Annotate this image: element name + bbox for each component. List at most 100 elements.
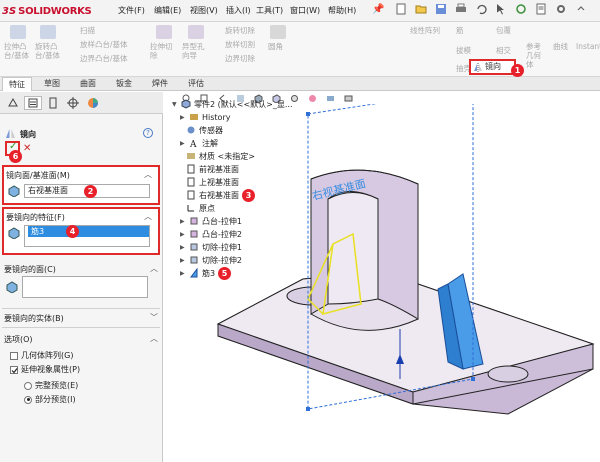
extrude-boss-icon[interactable] bbox=[10, 25, 26, 39]
ribbon-intersect[interactable]: 相交 bbox=[496, 46, 511, 55]
print-icon[interactable] bbox=[455, 3, 467, 15]
revolve-boss-icon[interactable] bbox=[40, 25, 56, 39]
pin-icon[interactable]: 📌 bbox=[372, 4, 384, 15]
expand-arrow-icon[interactable]: ▶ bbox=[180, 257, 186, 264]
open-folder-icon[interactable] bbox=[415, 3, 427, 15]
ribbon-revolve-cut[interactable]: 旋转切除 bbox=[225, 26, 255, 35]
ribbon-rib[interactable]: 筋 bbox=[456, 26, 464, 35]
partial-preview-option[interactable]: 部分预览(I) bbox=[24, 394, 76, 405]
tab-features[interactable]: 特征 bbox=[2, 77, 32, 91]
partial-preview-radio[interactable] bbox=[24, 395, 32, 404]
scene-icon[interactable] bbox=[326, 94, 335, 103]
menu-help[interactable]: 帮助(H) bbox=[328, 5, 356, 16]
tree-item-right-plane[interactable]: 右视基准面 3 bbox=[186, 188, 255, 202]
full-preview-option[interactable]: 完整预览(E) bbox=[24, 380, 78, 391]
ribbon-draft[interactable]: 拔模 bbox=[456, 46, 471, 55]
undo-icon[interactable] bbox=[475, 3, 487, 15]
ribbon-loft-boss[interactable]: 放样凸台/基体 bbox=[80, 40, 128, 49]
expand-arrow-icon[interactable]: ▶ bbox=[180, 231, 186, 238]
cancel-button[interactable]: ✕ bbox=[23, 143, 31, 154]
tab-sketch[interactable]: 草图 bbox=[38, 77, 66, 91]
tree-item-top-plane[interactable]: 上视基准面 bbox=[186, 176, 239, 188]
tree-item-boss-extrude2[interactable]: ▶ 凸台-拉伸2 bbox=[180, 228, 242, 240]
collapse-chevron-icon[interactable]: ︿ bbox=[144, 169, 152, 180]
select-cursor-icon[interactable] bbox=[495, 3, 507, 15]
rebuild-icon[interactable] bbox=[515, 3, 527, 15]
save-icon[interactable] bbox=[435, 3, 447, 15]
ribbon-revolve-boss[interactable]: 旋转凸台/基体 bbox=[35, 42, 63, 60]
tree-root-part[interactable]: ▼ 零件2 (默认<<默认>_显... bbox=[172, 98, 293, 110]
menu-file[interactable]: 文件(F) bbox=[118, 5, 145, 16]
ribbon-sweep[interactable]: 扫描 bbox=[80, 26, 95, 35]
propagate-visual-option[interactable]: 延伸视象属性(P) bbox=[10, 364, 80, 375]
property-manager-tab[interactable] bbox=[24, 96, 42, 110]
fillet-icon[interactable] bbox=[270, 25, 286, 39]
tree-item-cut-extrude2[interactable]: ▶ 切除-拉伸2 bbox=[180, 254, 242, 266]
menu-window[interactable]: 窗口(W) bbox=[290, 5, 320, 16]
geometry-pattern-checkbox[interactable] bbox=[10, 351, 18, 360]
ribbon-boundary-boss[interactable]: 边界凸台/基体 bbox=[80, 54, 128, 63]
collapse-chevron-icon[interactable]: ︿ bbox=[144, 211, 152, 222]
file-properties-icon[interactable] bbox=[535, 3, 547, 15]
collapse-chevron-icon[interactable]: ︿ bbox=[150, 333, 158, 344]
selected-feature-item[interactable]: 筋3 bbox=[28, 226, 149, 237]
expand-arrow-icon[interactable]: ▶ bbox=[180, 140, 186, 147]
tree-item-label: 切除-拉伸1 bbox=[202, 242, 242, 252]
tree-item-cut-extrude1[interactable]: ▶ 切除-拉伸1 bbox=[180, 241, 242, 253]
ribbon-curves[interactable]: 曲线 bbox=[553, 42, 568, 51]
ribbon-loft-cut[interactable]: 放样切割 bbox=[225, 40, 255, 49]
display-manager-tab[interactable] bbox=[84, 96, 102, 110]
expand-arrow-icon[interactable]: ▶ bbox=[180, 270, 186, 277]
tree-item-origin[interactable]: 原点 bbox=[186, 202, 215, 214]
tree-item-front-plane[interactable]: 前视基准面 bbox=[186, 163, 239, 175]
expand-arrow-icon[interactable]: ▶ bbox=[180, 114, 186, 121]
tab-sheet-metal[interactable]: 钣金 bbox=[110, 77, 138, 91]
dimxpert-tab[interactable] bbox=[64, 96, 82, 110]
tree-item-rib3[interactable]: ▶ 筋3 5 bbox=[180, 266, 232, 280]
view-settings-icon[interactable] bbox=[344, 94, 353, 103]
feature-manager-tab[interactable] bbox=[4, 96, 22, 110]
tree-item-annotations[interactable]: ▶ A 注解 bbox=[180, 137, 218, 149]
menu-view[interactable]: 视图(V) bbox=[190, 5, 218, 16]
menu-insert[interactable]: 插入(I) bbox=[226, 5, 251, 16]
hole-wizard-icon[interactable] bbox=[188, 25, 204, 39]
collapse-arrow-icon[interactable]: ▼ bbox=[172, 101, 178, 108]
tree-item-sensors[interactable]: 传感器 bbox=[186, 124, 223, 136]
features-to-mirror-list[interactable]: 筋3 bbox=[24, 225, 150, 247]
tree-item-material[interactable]: 材质 <未指定> bbox=[186, 150, 255, 162]
expand-chevron-icon[interactable]: ﹀ bbox=[150, 312, 158, 323]
ribbon-fillet[interactable]: 圆角 bbox=[268, 42, 283, 51]
step-badge-3: 3 bbox=[242, 188, 255, 202]
configuration-manager-tab[interactable] bbox=[44, 96, 62, 110]
ribbon-extrude-cut[interactable]: 拉伸切除 bbox=[150, 42, 178, 60]
ribbon-mirror-button[interactable]: 镜向 bbox=[469, 59, 516, 75]
tab-evaluate[interactable]: 评估 bbox=[182, 77, 210, 91]
menu-tools[interactable]: 工具(T) bbox=[256, 5, 283, 16]
options-gear-icon[interactable] bbox=[555, 3, 567, 15]
ribbon-instant3d[interactable]: Instant3D bbox=[576, 42, 600, 51]
full-preview-radio[interactable] bbox=[24, 381, 32, 390]
help-icon[interactable]: ? bbox=[143, 128, 153, 138]
geometry-pattern-option[interactable]: 几何体阵列(G) bbox=[10, 350, 73, 361]
tab-weldments[interactable]: 焊件 bbox=[146, 77, 174, 91]
extrude-cut-icon[interactable] bbox=[156, 25, 172, 39]
ribbon-reference-geometry[interactable]: 参考几何体 bbox=[526, 42, 548, 69]
new-document-icon[interactable] bbox=[395, 3, 407, 15]
ribbon-boundary-cut[interactable]: 边界切除 bbox=[225, 54, 255, 63]
collapse-chevron-icon[interactable] bbox=[575, 3, 587, 15]
menu-edit[interactable]: 编辑(E) bbox=[154, 5, 181, 16]
propagate-visual-checkbox[interactable] bbox=[10, 365, 18, 374]
tree-item-boss-extrude1[interactable]: ▶ 凸台-拉伸1 bbox=[180, 215, 242, 227]
tab-surfaces[interactable]: 曲面 bbox=[74, 77, 102, 91]
ribbon-extrude-boss[interactable]: 拉伸凸台/基体 bbox=[4, 42, 32, 60]
ribbon-hole-wizard[interactable]: 异型孔向导 bbox=[182, 42, 210, 60]
tree-item-history[interactable]: ▶ History bbox=[180, 111, 230, 123]
expand-arrow-icon[interactable]: ▶ bbox=[180, 218, 186, 225]
configuration-icon bbox=[49, 97, 57, 109]
ribbon-wrap[interactable]: 包覆 bbox=[496, 26, 511, 35]
expand-arrow-icon[interactable]: ▶ bbox=[180, 244, 186, 251]
ribbon-linear-pattern[interactable]: 线性阵列 bbox=[410, 26, 440, 35]
bodies-to-mirror-title[interactable]: 要镜向的实体(B) bbox=[4, 313, 64, 324]
faces-to-mirror-list[interactable] bbox=[22, 276, 148, 298]
edit-appearance-icon[interactable] bbox=[308, 94, 317, 103]
